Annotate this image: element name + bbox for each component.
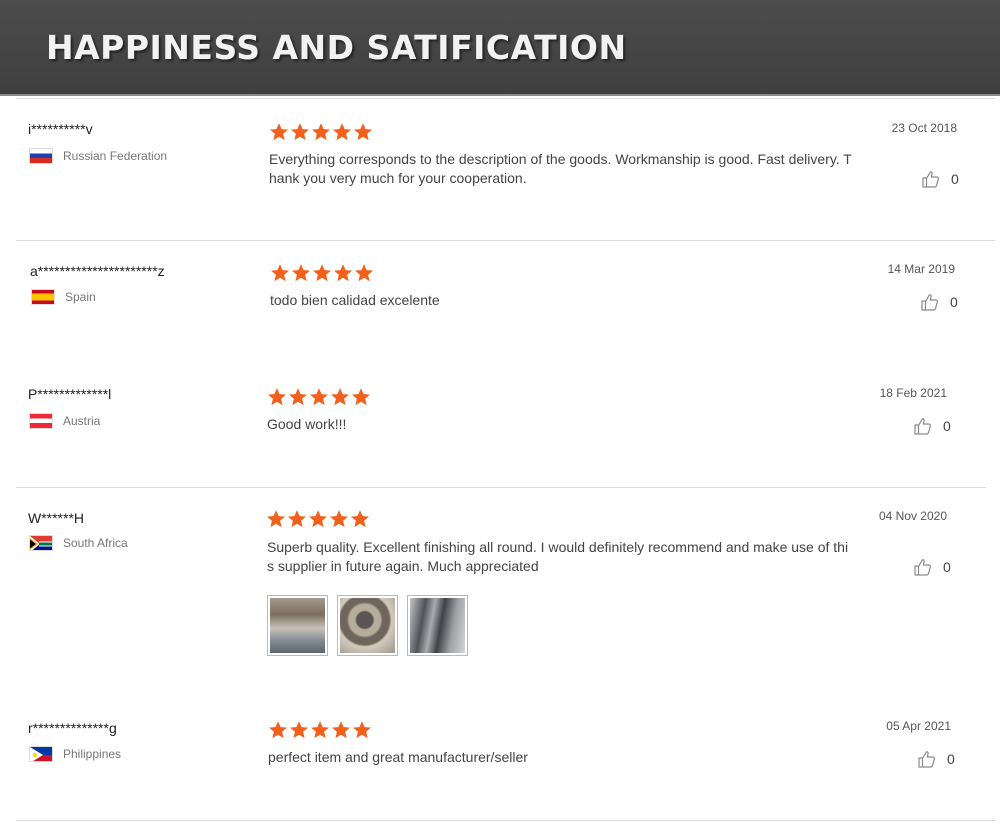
reviewer-country: Russian Federation (29, 148, 167, 164)
spain-flag-icon (31, 289, 55, 305)
like-button[interactable]: 0 (913, 416, 951, 436)
russia-flag-icon (29, 148, 53, 164)
like-count: 0 (950, 294, 958, 310)
review-photos (267, 595, 468, 656)
star-icon (351, 510, 369, 528)
like-button[interactable]: 0 (920, 292, 958, 312)
review-text: todo bien calidad excelente (270, 292, 440, 308)
star-icon (352, 388, 370, 406)
like-button[interactable]: 0 (913, 557, 951, 577)
star-icon (354, 123, 372, 141)
crankshaft-photo-2 (340, 598, 395, 653)
star-icon (289, 388, 307, 406)
country-name: Austria (63, 414, 101, 428)
austria-flag-icon (29, 413, 53, 429)
reviewer-country: Philippines (29, 746, 121, 762)
star-icon (353, 721, 371, 739)
star-icon (310, 388, 328, 406)
star-icon (290, 721, 308, 739)
review-text: Everything corresponds to the descriptio… (269, 151, 852, 186)
star-icon (288, 510, 306, 528)
star-icon (271, 264, 289, 282)
country-name: Russian Federation (63, 149, 168, 163)
crankshaft-photo-1 (270, 598, 325, 653)
thumbs-up-icon (917, 749, 947, 769)
star-icon (334, 264, 352, 282)
review-text: perfect item and great manufacturer/sell… (268, 749, 528, 765)
thumbs-up-icon (921, 169, 951, 189)
star-icon (312, 123, 330, 141)
reviewer-country: Spain (31, 289, 96, 305)
rating-stars (269, 122, 373, 142)
review-photo-thumbnail[interactable] (407, 595, 468, 656)
star-icon (330, 510, 348, 528)
review-text: Good work!!! (267, 416, 347, 432)
crankshaft-photo-3 (410, 598, 465, 653)
star-icon (313, 264, 331, 282)
review-date: 18 Feb 2021 (879, 386, 947, 400)
star-icon (331, 388, 349, 406)
star-icon (355, 264, 373, 282)
page-title: HAPPINESS AND SATIFICATION (46, 28, 627, 67)
south-africa-flag-icon (29, 535, 53, 551)
thumbs-up-icon (913, 557, 943, 577)
thumbs-up-icon (913, 416, 943, 436)
review-date: 04 Nov 2020 (878, 509, 947, 523)
rating-stars (267, 387, 371, 407)
country-name: Philippines (63, 747, 122, 761)
review-photo-thumbnail[interactable] (267, 595, 328, 656)
like-count: 0 (943, 418, 951, 434)
divider (16, 240, 995, 241)
star-icon (333, 123, 351, 141)
star-icon (291, 123, 309, 141)
rating-stars (270, 263, 374, 283)
rating-stars (268, 720, 372, 740)
reviewer-name: i**********v (28, 121, 93, 137)
divider (16, 98, 995, 99)
thumbs-up-icon (920, 292, 950, 312)
divider (16, 820, 995, 821)
star-icon (311, 721, 329, 739)
review-text: Superb quality. Excellent finishing all … (267, 539, 849, 574)
star-icon (332, 721, 350, 739)
review-date: 05 Apr 2021 (886, 719, 951, 733)
reviewer-name: r**************g (28, 720, 117, 736)
like-count: 0 (951, 171, 959, 187)
country-name: Spain (65, 290, 96, 304)
page-banner: HAPPINESS AND SATIFICATION (0, 0, 1000, 96)
reviewer-country: South Africa (29, 535, 128, 551)
star-icon (269, 721, 287, 739)
star-icon (309, 510, 327, 528)
star-icon (267, 510, 285, 528)
review-date: 23 Oct 2018 (891, 121, 957, 135)
rating-stars (266, 509, 370, 529)
philippines-flag-icon (29, 746, 53, 762)
review-photo-thumbnail[interactable] (337, 595, 398, 656)
like-count: 0 (943, 559, 951, 575)
reviewer-name: W******H (28, 510, 85, 526)
reviewer-country: Austria (29, 413, 100, 429)
country-name: South Africa (63, 536, 128, 550)
like-button[interactable]: 0 (917, 749, 955, 769)
star-icon (268, 388, 286, 406)
review-date: 14 Mar 2019 (887, 262, 955, 276)
like-button[interactable]: 0 (921, 169, 959, 189)
star-icon (270, 123, 288, 141)
star-icon (292, 264, 310, 282)
reviewer-name: a**********************z (30, 263, 165, 279)
divider (16, 487, 986, 488)
reviewer-name: P*************l (28, 386, 112, 402)
like-count: 0 (947, 751, 955, 767)
